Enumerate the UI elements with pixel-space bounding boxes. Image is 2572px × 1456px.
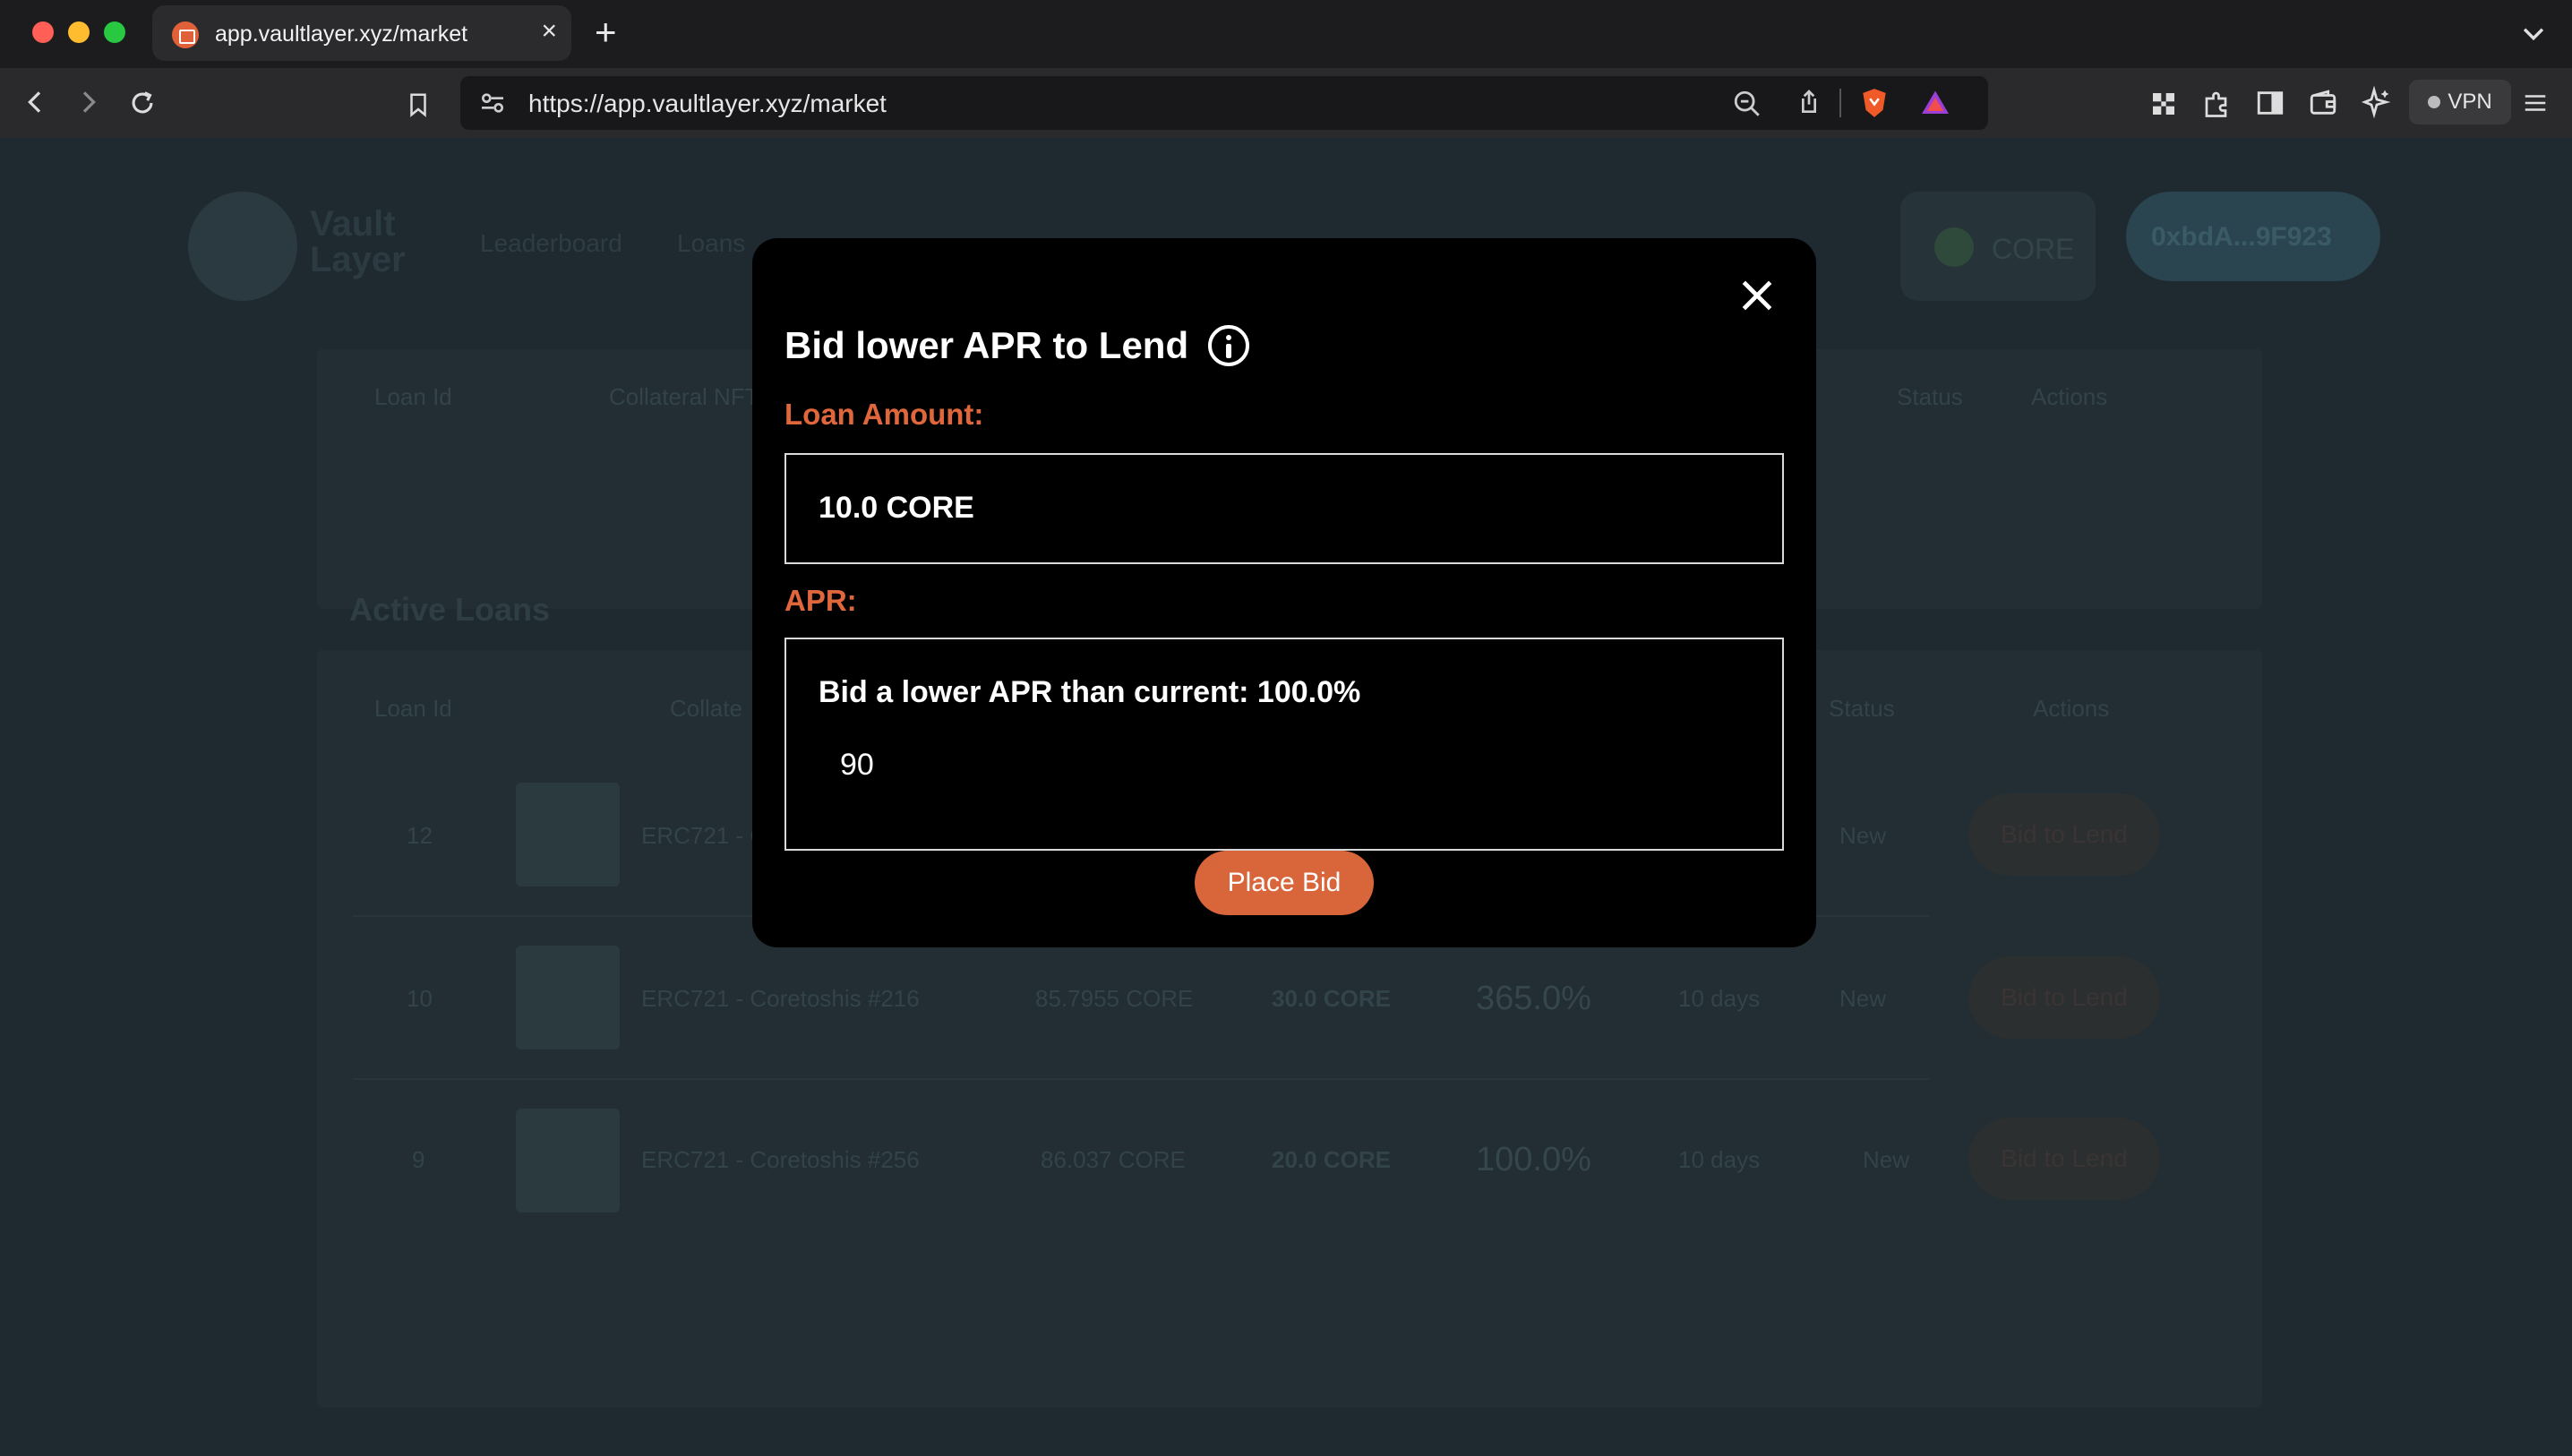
nft-thumbnail [516,1109,620,1212]
active-loans-title: Active Loans [349,591,551,628]
leo-ai-sparkle-icon[interactable] [2361,86,2393,118]
row-loan-id: 9 [412,1146,425,1173]
network-label: CORE [1992,233,2075,265]
row-duration: 10 days [1678,1146,1761,1173]
sidebar-toggle-icon[interactable] [2255,88,2285,118]
new-tab-button[interactable]: + [595,11,617,54]
window-close-button[interactable] [32,21,54,43]
row-nft-name: ERC721 - Coretoshis #216 [641,985,920,1012]
browser-tab-active[interactable]: app.vaultlayer.xyz/market × [152,5,571,61]
forward-arrow-icon[interactable] [73,88,102,116]
loan-amount-box: 10.0 CORE [784,453,1784,564]
row-status: New [1839,985,1887,1012]
header-status: Status [1897,383,1963,410]
browser-tab-bar: app.vaultlayer.xyz/market × + [0,0,2572,68]
vaultlayer-logo-text: Vault Layer [310,206,406,278]
modal-title: Bid lower APR to Lend [784,324,1250,367]
window-minimize-button[interactable] [68,21,90,43]
place-bid-button[interactable]: Place Bid [1195,851,1374,915]
bid-modal: Bid lower APR to Lend Loan Amount: 10.0 … [752,238,1816,947]
wallet-icon[interactable] [2307,88,2339,118]
header-actions: Actions [2031,383,2108,410]
apr-box: Bid a lower APR than current: 100.0% [784,638,1784,851]
brave-rewards-icon[interactable] [1918,87,1952,119]
brave-shield-icon[interactable] [1857,85,1891,121]
bid-to-lend-button[interactable]: Bid to Lend [1968,956,2160,1039]
apr-label: APR: [784,584,857,617]
tab-title: app.vaultlayer.xyz/market [215,21,468,47]
row-loan-amount: 30.0 CORE [1272,985,1391,1012]
tab-close-icon[interactable]: × [541,18,557,45]
row-nft-name: ERC721 - C [641,822,767,849]
nft-thumbnail [516,783,620,886]
bid-to-lend-button[interactable]: Bid to Lend [1968,793,2160,876]
header-loan-id: Loan Id [374,383,452,410]
toolbar-divider [1839,89,1841,117]
logo-line-2: Layer [310,240,406,279]
loan-amount-value: 10.0 CORE [819,491,974,525]
nav-leaderboard[interactable]: Leaderboard [480,229,622,258]
row-divider [353,1078,1929,1080]
logo-line-1: Vault [310,204,396,244]
vpn-button[interactable]: VPN [2409,80,2511,124]
bookmark-icon[interactable] [405,90,432,120]
row-loan-id: 12 [407,822,433,849]
wallet-address: 0xbdA...9F923 [2151,222,2332,252]
header-loan-id: Loan Id [374,695,452,722]
network-selector[interactable]: CORE [1900,192,2096,301]
vpn-label: VPN [2448,90,2492,114]
row-collateral-value: 85.7955 CORE [1035,985,1194,1012]
reload-icon[interactable] [127,88,158,118]
row-apr: 365.0% [1476,980,1591,1017]
site-favicon-icon [172,21,199,48]
back-arrow-icon[interactable] [21,88,50,116]
row-nft-name: ERC721 - Coretoshis #256 [641,1146,920,1173]
hamburger-menu-icon[interactable] [2520,90,2551,116]
share-icon[interactable] [1795,87,1823,117]
row-loan-amount: 20.0 CORE [1272,1146,1391,1173]
header-actions: Actions [2033,695,2110,722]
address-bar[interactable]: https://app.vaultlayer.xyz/market [460,76,1988,130]
row-loan-id: 10 [407,985,433,1012]
header-collateral: Collateral NFT [609,383,759,410]
row-status: New [1839,822,1887,849]
row-collateral-value: 86.037 CORE [1041,1146,1186,1173]
bid-to-lend-label: Bid to Lend [2001,1144,2128,1172]
nft-thumbnail [516,946,620,1049]
header-status: Status [1829,695,1895,722]
url-text: https://app.vaultlayer.xyz/market [528,90,887,117]
vpn-status-icon [2428,96,2441,108]
bid-to-lend-label: Bid to Lend [2001,820,2128,848]
apr-input[interactable] [819,740,1177,790]
browser-toolbar: https://app.vaultlayer.xyz/market VPN [0,68,2572,138]
wallet-address-button[interactable]: 0xbdA...9F923 [2126,192,2380,281]
chevron-down-icon[interactable] [2518,18,2549,48]
site-settings-icon[interactable] [478,89,507,117]
bid-to-lend-button[interactable]: Bid to Lend [1968,1118,2160,1200]
close-icon[interactable] [1737,276,1777,315]
bid-to-lend-label: Bid to Lend [2001,983,2128,1011]
row-apr: 100.0% [1476,1141,1591,1178]
loan-amount-label: Loan Amount: [784,398,984,431]
info-icon[interactable] [1208,325,1250,366]
vaultlayer-logo-icon [188,192,297,301]
row-duration: 10 days [1678,985,1761,1012]
window-maximize-button[interactable] [104,21,125,43]
apr-hint: Bid a lower APR than current: 100.0% [819,675,1361,709]
qr-code-icon[interactable] [2149,90,2178,118]
modal-title-text: Bid lower APR to Lend [784,324,1189,366]
core-coin-icon [1934,227,1974,267]
zoom-out-icon[interactable] [1732,89,1762,119]
extensions-puzzle-icon[interactable] [2201,88,2233,120]
row-status: New [1863,1146,1910,1173]
nav-loans[interactable]: Loans [677,229,745,258]
header-collateral: Collate [670,695,742,722]
